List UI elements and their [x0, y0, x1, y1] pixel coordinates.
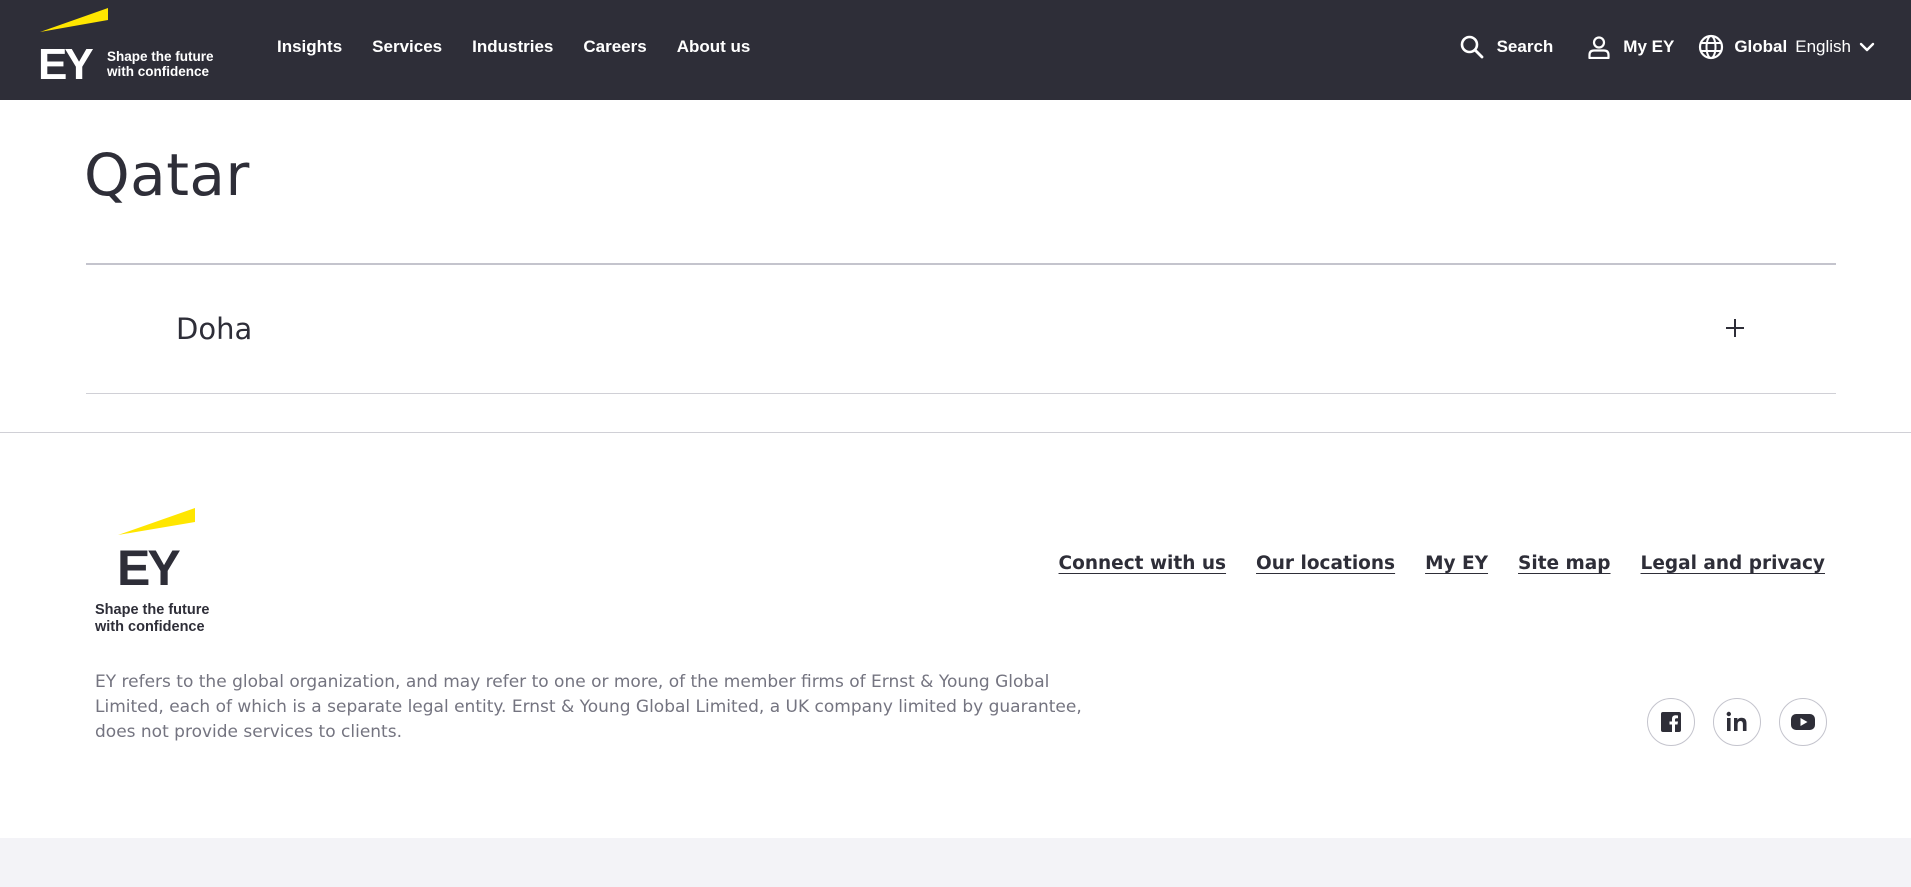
divider	[86, 393, 1836, 394]
main-nav: Insights Services Industries Careers Abo…	[277, 0, 780, 94]
accordion-item-label: Doha	[176, 312, 253, 346]
logo-tagline-line1: Shape the future	[107, 49, 214, 64]
utility-nav: Search My EY Global English	[1459, 0, 1911, 94]
footer-link-legal[interactable]: Legal and privacy	[1641, 553, 1825, 574]
chevron-down-icon	[1859, 42, 1875, 52]
search-button[interactable]: Search	[1459, 34, 1554, 60]
social-links	[1647, 698, 1845, 746]
footer-disclaimer: EY refers to the global organization, an…	[95, 672, 1082, 742]
user-icon	[1588, 36, 1610, 59]
footer-ey-logo-mark: EY	[117, 508, 195, 596]
my-ey-label: My EY	[1623, 37, 1675, 56]
youtube-button[interactable]	[1779, 698, 1827, 746]
footer-link-my-ey[interactable]: My EY	[1425, 553, 1488, 574]
language-selector[interactable]: Global English	[1698, 34, 1911, 60]
ey-logo[interactable]: EY Shape the future with confidence	[38, 8, 218, 89]
page-bottom-band	[0, 838, 1911, 887]
page-title: Qatar	[84, 141, 250, 209]
footer-divider	[0, 432, 1911, 433]
footer-link-locations[interactable]: Our locations	[1256, 553, 1395, 574]
search-label: Search	[1496, 37, 1554, 56]
region-label: Global	[1734, 37, 1788, 56]
footer-logo-tagline-line2: with confidence	[95, 619, 205, 635]
nav-industries[interactable]: Industries	[472, 37, 553, 57]
nav-services[interactable]: Services	[372, 37, 442, 57]
logo-tagline: Shape the future with confidence	[107, 49, 214, 79]
facebook-icon	[1661, 712, 1681, 732]
footer-link-site-map[interactable]: Site map	[1518, 553, 1611, 574]
plus-icon[interactable]	[1723, 316, 1747, 340]
footer-logo-ey-text: EY	[117, 540, 180, 586]
my-ey-button[interactable]: My EY	[1587, 35, 1674, 59]
footer-link-connect[interactable]: Connect with us	[1059, 553, 1227, 574]
youtube-icon	[1791, 714, 1815, 730]
nav-careers[interactable]: Careers	[583, 37, 646, 57]
facebook-button[interactable]	[1647, 698, 1695, 746]
linkedin-button[interactable]	[1713, 698, 1761, 746]
nav-insights[interactable]: Insights	[277, 37, 342, 57]
logo-tagline-line2: with confidence	[107, 64, 210, 79]
language-label: English	[1795, 37, 1851, 56]
footer-logo-tagline: Shape the future with confidence	[95, 602, 209, 636]
globe-icon	[1699, 34, 1724, 60]
footer-links: Connect with us Our locations My EY Site…	[1029, 553, 1825, 574]
nav-about-us[interactable]: About us	[677, 37, 751, 57]
linkedin-icon	[1726, 711, 1747, 731]
logo-ey-text: EY	[38, 40, 93, 88]
accordion-item-doha[interactable]: Doha	[86, 265, 1836, 393]
search-icon	[1460, 35, 1483, 59]
footer-logo-tagline-line1: Shape the future	[95, 602, 210, 618]
site-header: EY Shape the future with confidence Insi…	[0, 0, 1911, 100]
